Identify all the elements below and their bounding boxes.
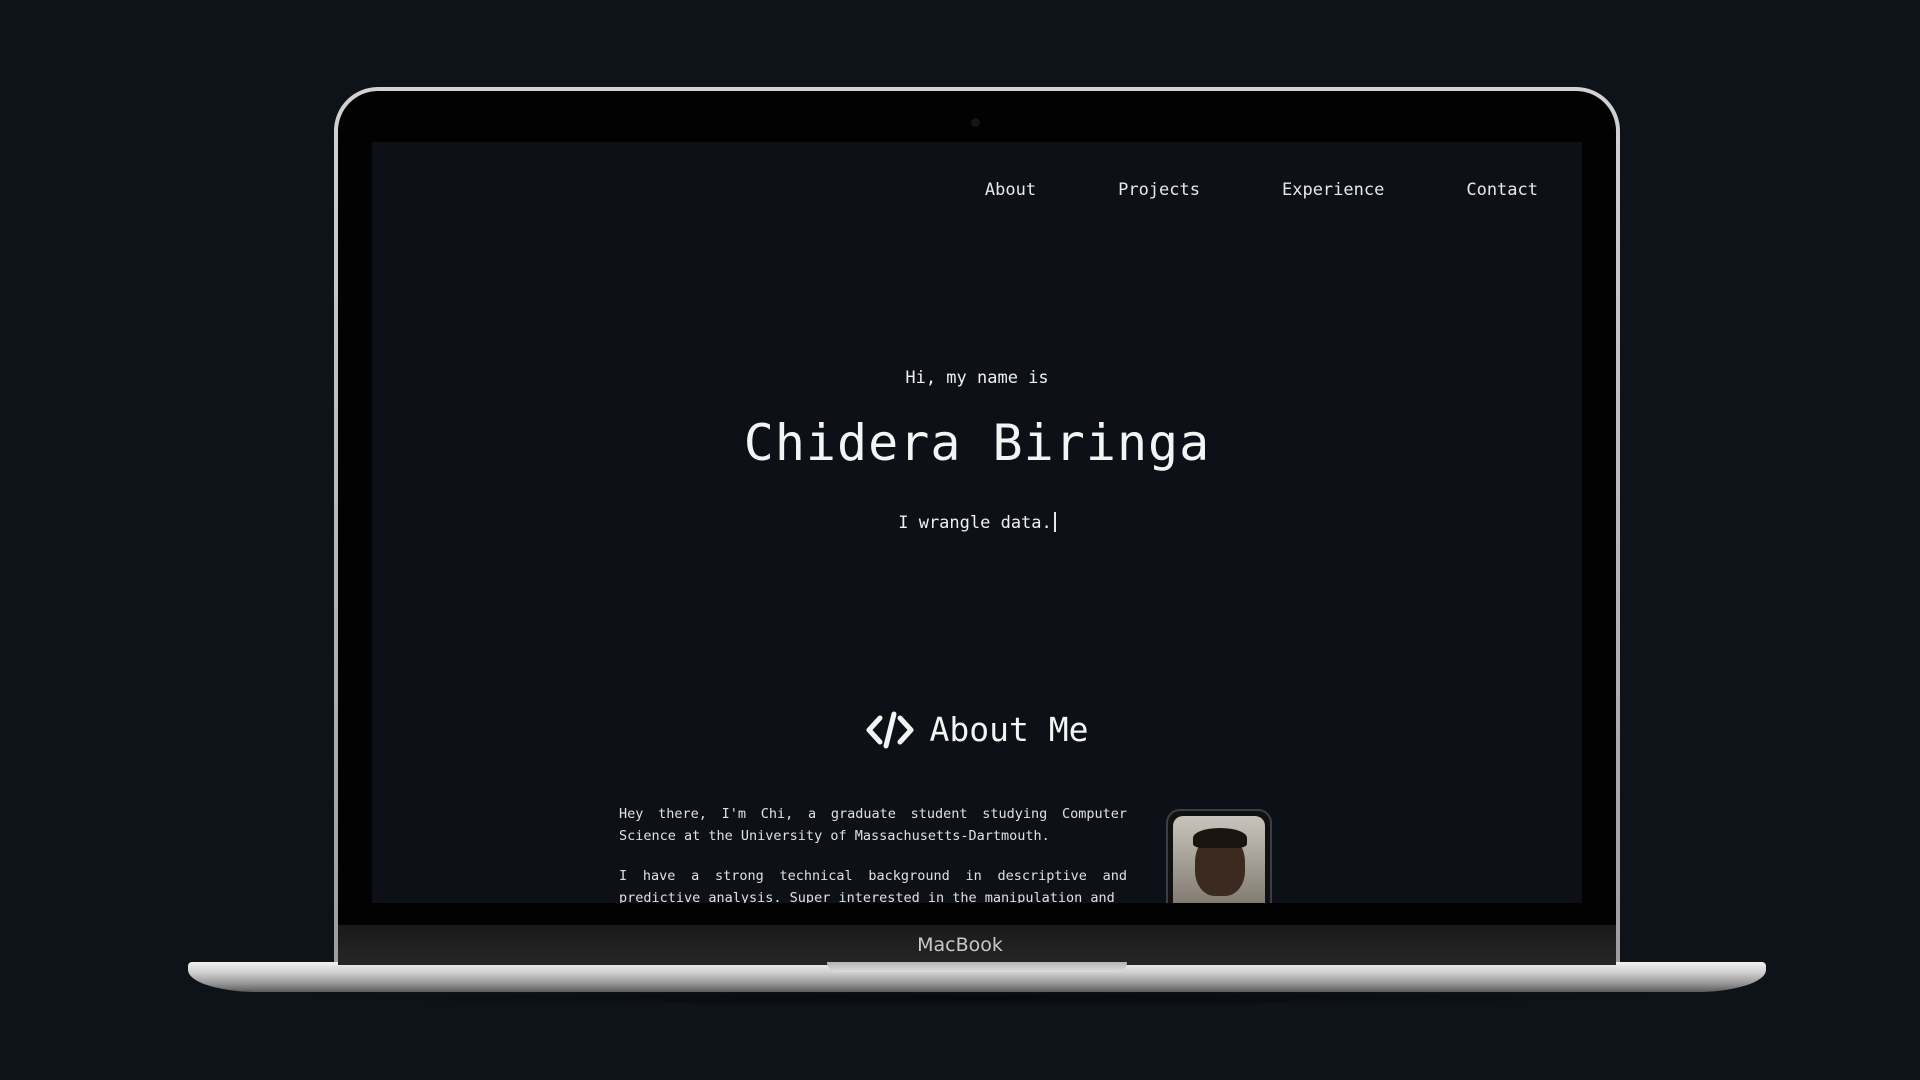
nav-link-projects[interactable]: Projects — [1118, 180, 1200, 200]
text-caret — [1053, 512, 1056, 532]
hero-tagline: I wrangle data. — [372, 512, 1582, 533]
about-title: About Me — [929, 710, 1089, 749]
device-brand-label: MacBook — [917, 934, 1003, 956]
about-text: Hey there, I'm Chi, a graduate student s… — [619, 803, 1127, 903]
hero-name: Chidera Biringa — [743, 414, 1211, 472]
laptop-screen: About Projects Experience Contact Hi, my… — [372, 142, 1582, 903]
profile-photo — [1173, 816, 1265, 903]
avatar — [1166, 809, 1272, 903]
top-nav: About Projects Experience Contact — [903, 180, 1538, 200]
nav-link-experience[interactable]: Experience — [1282, 180, 1384, 200]
code-icon — [866, 711, 914, 749]
about-paragraph: I have a strong technical background in … — [619, 868, 1127, 903]
about-heading: About Me — [372, 710, 1582, 749]
hero-tagline-text: I wrangle data. — [898, 513, 1052, 533]
nav-link-about[interactable]: About — [985, 180, 1036, 200]
hero-greeting: Hi, my name is — [905, 368, 1049, 388]
nav-link-contact[interactable]: Contact — [1466, 180, 1538, 200]
camera-icon — [971, 118, 980, 127]
laptop-shadow — [230, 990, 1724, 1006]
avatar-hair — [1193, 828, 1247, 848]
about-paragraph: Hey there, I'm Chi, a graduate student s… — [619, 806, 1127, 844]
